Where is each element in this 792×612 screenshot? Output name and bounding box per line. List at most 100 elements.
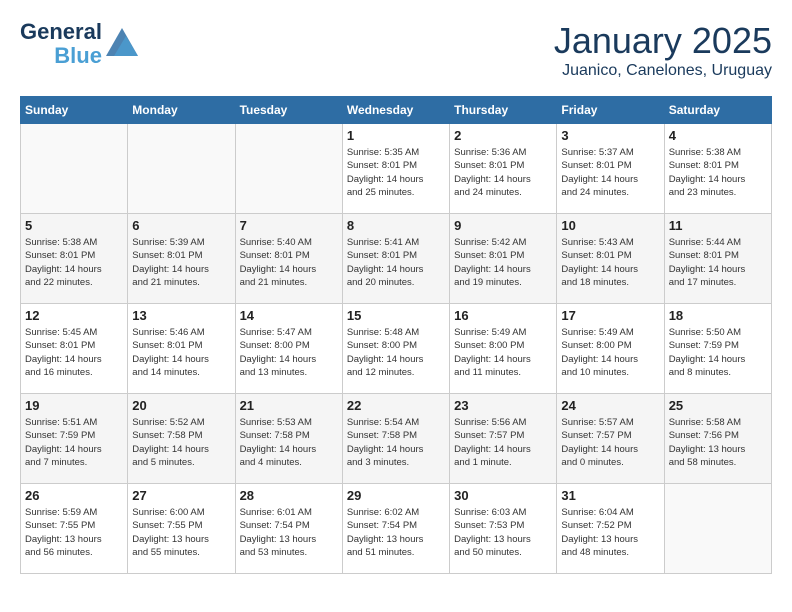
- header-wednesday: Wednesday: [342, 97, 449, 124]
- day-info: Sunrise: 5:49 AMSunset: 8:00 PMDaylight:…: [561, 326, 659, 379]
- day-number: 19: [25, 398, 123, 413]
- day-info: Sunrise: 5:59 AMSunset: 7:55 PMDaylight:…: [25, 506, 123, 559]
- calendar-cell: 23 Sunrise: 5:56 AMSunset: 7:57 PMDayligh…: [450, 394, 557, 484]
- calendar-cell: 25 Sunrise: 5:58 AMSunset: 7:56 PMDayligh…: [664, 394, 771, 484]
- day-number: 10: [561, 218, 659, 233]
- day-info: Sunrise: 6:00 AMSunset: 7:55 PMDaylight:…: [132, 506, 230, 559]
- day-number: 25: [669, 398, 767, 413]
- day-number: 22: [347, 398, 445, 413]
- calendar-header-row: SundayMondayTuesdayWednesdayThursdayFrid…: [21, 97, 772, 124]
- calendar-cell: 4 Sunrise: 5:38 AMSunset: 8:01 PMDaylight…: [664, 124, 771, 214]
- day-number: 21: [240, 398, 338, 413]
- calendar-week-5: 26 Sunrise: 5:59 AMSunset: 7:55 PMDayligh…: [21, 484, 772, 574]
- calendar-cell: 18 Sunrise: 5:50 AMSunset: 7:59 PMDayligh…: [664, 304, 771, 394]
- calendar-cell: [128, 124, 235, 214]
- day-info: Sunrise: 5:52 AMSunset: 7:58 PMDaylight:…: [132, 416, 230, 469]
- calendar-week-4: 19 Sunrise: 5:51 AMSunset: 7:59 PMDayligh…: [21, 394, 772, 484]
- day-info: Sunrise: 5:44 AMSunset: 8:01 PMDaylight:…: [669, 236, 767, 289]
- day-number: 15: [347, 308, 445, 323]
- calendar-cell: 14 Sunrise: 5:47 AMSunset: 8:00 PMDayligh…: [235, 304, 342, 394]
- day-info: Sunrise: 5:40 AMSunset: 8:01 PMDaylight:…: [240, 236, 338, 289]
- day-info: Sunrise: 5:37 AMSunset: 8:01 PMDaylight:…: [561, 146, 659, 199]
- day-info: Sunrise: 5:57 AMSunset: 7:57 PMDaylight:…: [561, 416, 659, 469]
- day-info: Sunrise: 5:50 AMSunset: 7:59 PMDaylight:…: [669, 326, 767, 379]
- day-number: 5: [25, 218, 123, 233]
- calendar-cell: 11 Sunrise: 5:44 AMSunset: 8:01 PMDayligh…: [664, 214, 771, 304]
- day-info: Sunrise: 5:42 AMSunset: 8:01 PMDaylight:…: [454, 236, 552, 289]
- day-info: Sunrise: 5:39 AMSunset: 8:01 PMDaylight:…: [132, 236, 230, 289]
- calendar-cell: 15Sunrise: 5:48 AMSunset: 8:00 PMDayligh…: [342, 304, 449, 394]
- calendar-cell: [21, 124, 128, 214]
- calendar-cell: 3 Sunrise: 5:37 AMSunset: 8:01 PMDaylight…: [557, 124, 664, 214]
- day-number: 16: [454, 308, 552, 323]
- day-info: Sunrise: 6:04 AMSunset: 7:52 PMDaylight:…: [561, 506, 659, 559]
- calendar-week-2: 5Sunrise: 5:38 AMSunset: 8:01 PMDaylight…: [21, 214, 772, 304]
- day-info: Sunrise: 5:41 AMSunset: 8:01 PMDaylight:…: [347, 236, 445, 289]
- day-info: Sunrise: 5:47 AMSunset: 8:00 PMDaylight:…: [240, 326, 338, 379]
- header-sunday: Sunday: [21, 97, 128, 124]
- day-number: 9: [454, 218, 552, 233]
- calendar-cell: 12Sunrise: 5:45 AMSunset: 8:01 PMDayligh…: [21, 304, 128, 394]
- day-number: 8: [347, 218, 445, 233]
- day-info: Sunrise: 6:02 AMSunset: 7:54 PMDaylight:…: [347, 506, 445, 559]
- logo-blue: Blue: [54, 44, 102, 68]
- calendar-cell: 28 Sunrise: 6:01 AMSunset: 7:54 PMDayligh…: [235, 484, 342, 574]
- calendar-cell: 13 Sunrise: 5:46 AMSunset: 8:01 PMDayligh…: [128, 304, 235, 394]
- day-info: Sunrise: 5:56 AMSunset: 7:57 PMDaylight:…: [454, 416, 552, 469]
- location: Juanico, Canelones, Uruguay: [554, 62, 772, 80]
- day-number: 11: [669, 218, 767, 233]
- header-thursday: Thursday: [450, 97, 557, 124]
- calendar-cell: 24 Sunrise: 5:57 AMSunset: 7:57 PMDayligh…: [557, 394, 664, 484]
- day-info: Sunrise: 5:46 AMSunset: 8:01 PMDaylight:…: [132, 326, 230, 379]
- month-title: January 2025: [554, 20, 772, 62]
- day-number: 1: [347, 128, 445, 143]
- calendar-cell: 20Sunrise: 5:52 AMSunset: 7:58 PMDayligh…: [128, 394, 235, 484]
- day-number: 28: [240, 488, 338, 503]
- day-info: Sunrise: 5:54 AMSunset: 7:58 PMDaylight:…: [347, 416, 445, 469]
- calendar-cell: 10 Sunrise: 5:43 AMSunset: 8:01 PMDayligh…: [557, 214, 664, 304]
- calendar-cell: 27 Sunrise: 6:00 AMSunset: 7:55 PMDayligh…: [128, 484, 235, 574]
- calendar-cell: 6 Sunrise: 5:39 AMSunset: 8:01 PMDaylight…: [128, 214, 235, 304]
- logo-general: General: [20, 20, 102, 44]
- calendar-cell: 30 Sunrise: 6:03 AMSunset: 7:53 PMDayligh…: [450, 484, 557, 574]
- calendar-cell: 5Sunrise: 5:38 AMSunset: 8:01 PMDaylight…: [21, 214, 128, 304]
- day-number: 27: [132, 488, 230, 503]
- day-info: Sunrise: 6:03 AMSunset: 7:53 PMDaylight:…: [454, 506, 552, 559]
- day-info: Sunrise: 5:58 AMSunset: 7:56 PMDaylight:…: [669, 416, 767, 469]
- day-info: Sunrise: 5:45 AMSunset: 8:01 PMDaylight:…: [25, 326, 123, 379]
- day-info: Sunrise: 5:51 AMSunset: 7:59 PMDaylight:…: [25, 416, 123, 469]
- day-number: 26: [25, 488, 123, 503]
- day-number: 29: [347, 488, 445, 503]
- day-number: 3: [561, 128, 659, 143]
- calendar-cell: 26 Sunrise: 5:59 AMSunset: 7:55 PMDayligh…: [21, 484, 128, 574]
- page-header: General Blue January 2025 Juanico, Canel…: [20, 20, 772, 80]
- day-number: 23: [454, 398, 552, 413]
- day-info: Sunrise: 5:35 AMSunset: 8:01 PMDaylight:…: [347, 146, 445, 199]
- day-number: 13: [132, 308, 230, 323]
- day-info: Sunrise: 5:53 AMSunset: 7:58 PMDaylight:…: [240, 416, 338, 469]
- day-info: Sunrise: 5:38 AMSunset: 8:01 PMDaylight:…: [669, 146, 767, 199]
- day-info: Sunrise: 6:01 AMSunset: 7:54 PMDaylight:…: [240, 506, 338, 559]
- calendar-cell: 9 Sunrise: 5:42 AMSunset: 8:01 PMDaylight…: [450, 214, 557, 304]
- day-number: 18: [669, 308, 767, 323]
- day-number: 14: [240, 308, 338, 323]
- header-tuesday: Tuesday: [235, 97, 342, 124]
- calendar-cell: 29 Sunrise: 6:02 AMSunset: 7:54 PMDayligh…: [342, 484, 449, 574]
- day-number: 31: [561, 488, 659, 503]
- calendar-cell: [235, 124, 342, 214]
- day-info: Sunrise: 5:49 AMSunset: 8:00 PMDaylight:…: [454, 326, 552, 379]
- day-number: 6: [132, 218, 230, 233]
- day-info: Sunrise: 5:36 AMSunset: 8:01 PMDaylight:…: [454, 146, 552, 199]
- calendar-cell: 17Sunrise: 5:49 AMSunset: 8:00 PMDayligh…: [557, 304, 664, 394]
- day-number: 24: [561, 398, 659, 413]
- day-number: 7: [240, 218, 338, 233]
- logo: General Blue: [20, 20, 138, 68]
- day-number: 30: [454, 488, 552, 503]
- calendar-week-3: 12Sunrise: 5:45 AMSunset: 8:01 PMDayligh…: [21, 304, 772, 394]
- calendar-cell: 19 Sunrise: 5:51 AMSunset: 7:59 PMDayligh…: [21, 394, 128, 484]
- calendar-cell: 21 Sunrise: 5:53 AMSunset: 7:58 PMDayligh…: [235, 394, 342, 484]
- day-number: 4: [669, 128, 767, 143]
- header-monday: Monday: [128, 97, 235, 124]
- calendar-cell: 31 Sunrise: 6:04 AMSunset: 7:52 PMDayligh…: [557, 484, 664, 574]
- day-info: Sunrise: 5:43 AMSunset: 8:01 PMDaylight:…: [561, 236, 659, 289]
